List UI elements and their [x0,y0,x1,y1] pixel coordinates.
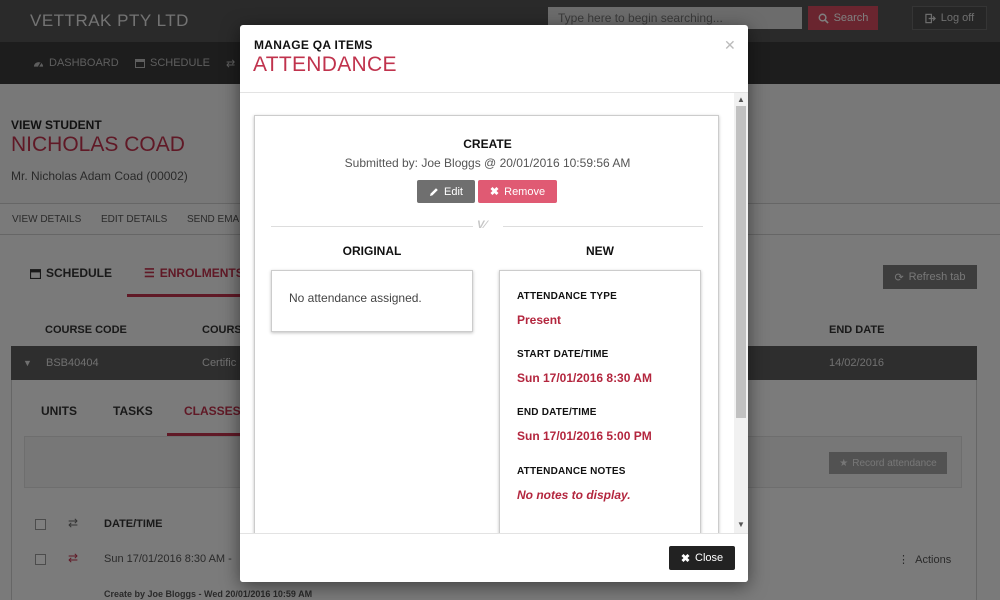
attendance-type-label: ATTENDANCE TYPE [517,291,618,302]
scroll-up-icon[interactable]: ▲ [737,95,745,104]
modal-footer: ✖ Close [240,533,748,582]
start-datetime-value: Sun 17/01/2016 8:30 AM [517,371,652,385]
scroll-thumb[interactable] [736,106,746,418]
attendance-notes-label: ATTENDANCE NOTES [517,466,626,477]
modal-title: ATTENDANCE [253,53,397,76]
start-datetime-label: START DATE/TIME [517,349,609,360]
times-icon: ✖ [489,186,500,198]
modal-scrollbar[interactable]: ▲ ▼ [734,93,748,533]
modal-header: MANAGE QA ITEMS ATTENDANCE ✕ [240,25,748,93]
close-icon[interactable]: ✕ [724,37,736,54]
remove-button[interactable]: ✖ Remove [478,180,557,203]
end-datetime-value: Sun 17/01/2016 5:00 PM [517,429,652,443]
close-button[interactable]: ✖ Close [669,546,735,570]
times-icon: ✖ [680,552,691,565]
new-panel: ATTENDANCE TYPE Present START DATE/TIME … [499,270,701,533]
scroll-down-icon[interactable]: ▼ [737,520,745,529]
modal-supertitle: MANAGE QA ITEMS [254,38,373,52]
attendance-type-value: Present [517,313,562,327]
new-column-title: NEW [586,244,614,258]
close-label: Close [695,552,724,564]
original-panel: No attendance assigned. [271,270,473,332]
edit-button[interactable]: Edit [417,180,475,203]
attendance-notes-value: No notes to display. [517,488,631,502]
divider [503,226,703,227]
pencil-icon [430,187,438,196]
card-heading: CREATE [463,137,512,151]
submitted-by-text: Submitted by: Joe Bloggs @ 20/01/2016 10… [344,156,631,170]
divider [271,226,473,227]
modal-body: CREATE Submitted by: Joe Bloggs @ 20/01/… [240,93,748,533]
qa-modal: MANAGE QA ITEMS ATTENDANCE ✕ CREATE Subm… [240,25,748,582]
end-datetime-label: END DATE/TIME [517,407,597,418]
vettrak-logo-icon: V⁄ [477,219,487,231]
remove-label: Remove [504,185,546,198]
original-empty-text: No attendance assigned. [289,291,422,305]
edit-label: Edit [444,185,463,198]
qa-item-card: CREATE Submitted by: Joe Bloggs @ 20/01/… [254,115,719,533]
original-column-title: ORIGINAL [342,244,402,258]
